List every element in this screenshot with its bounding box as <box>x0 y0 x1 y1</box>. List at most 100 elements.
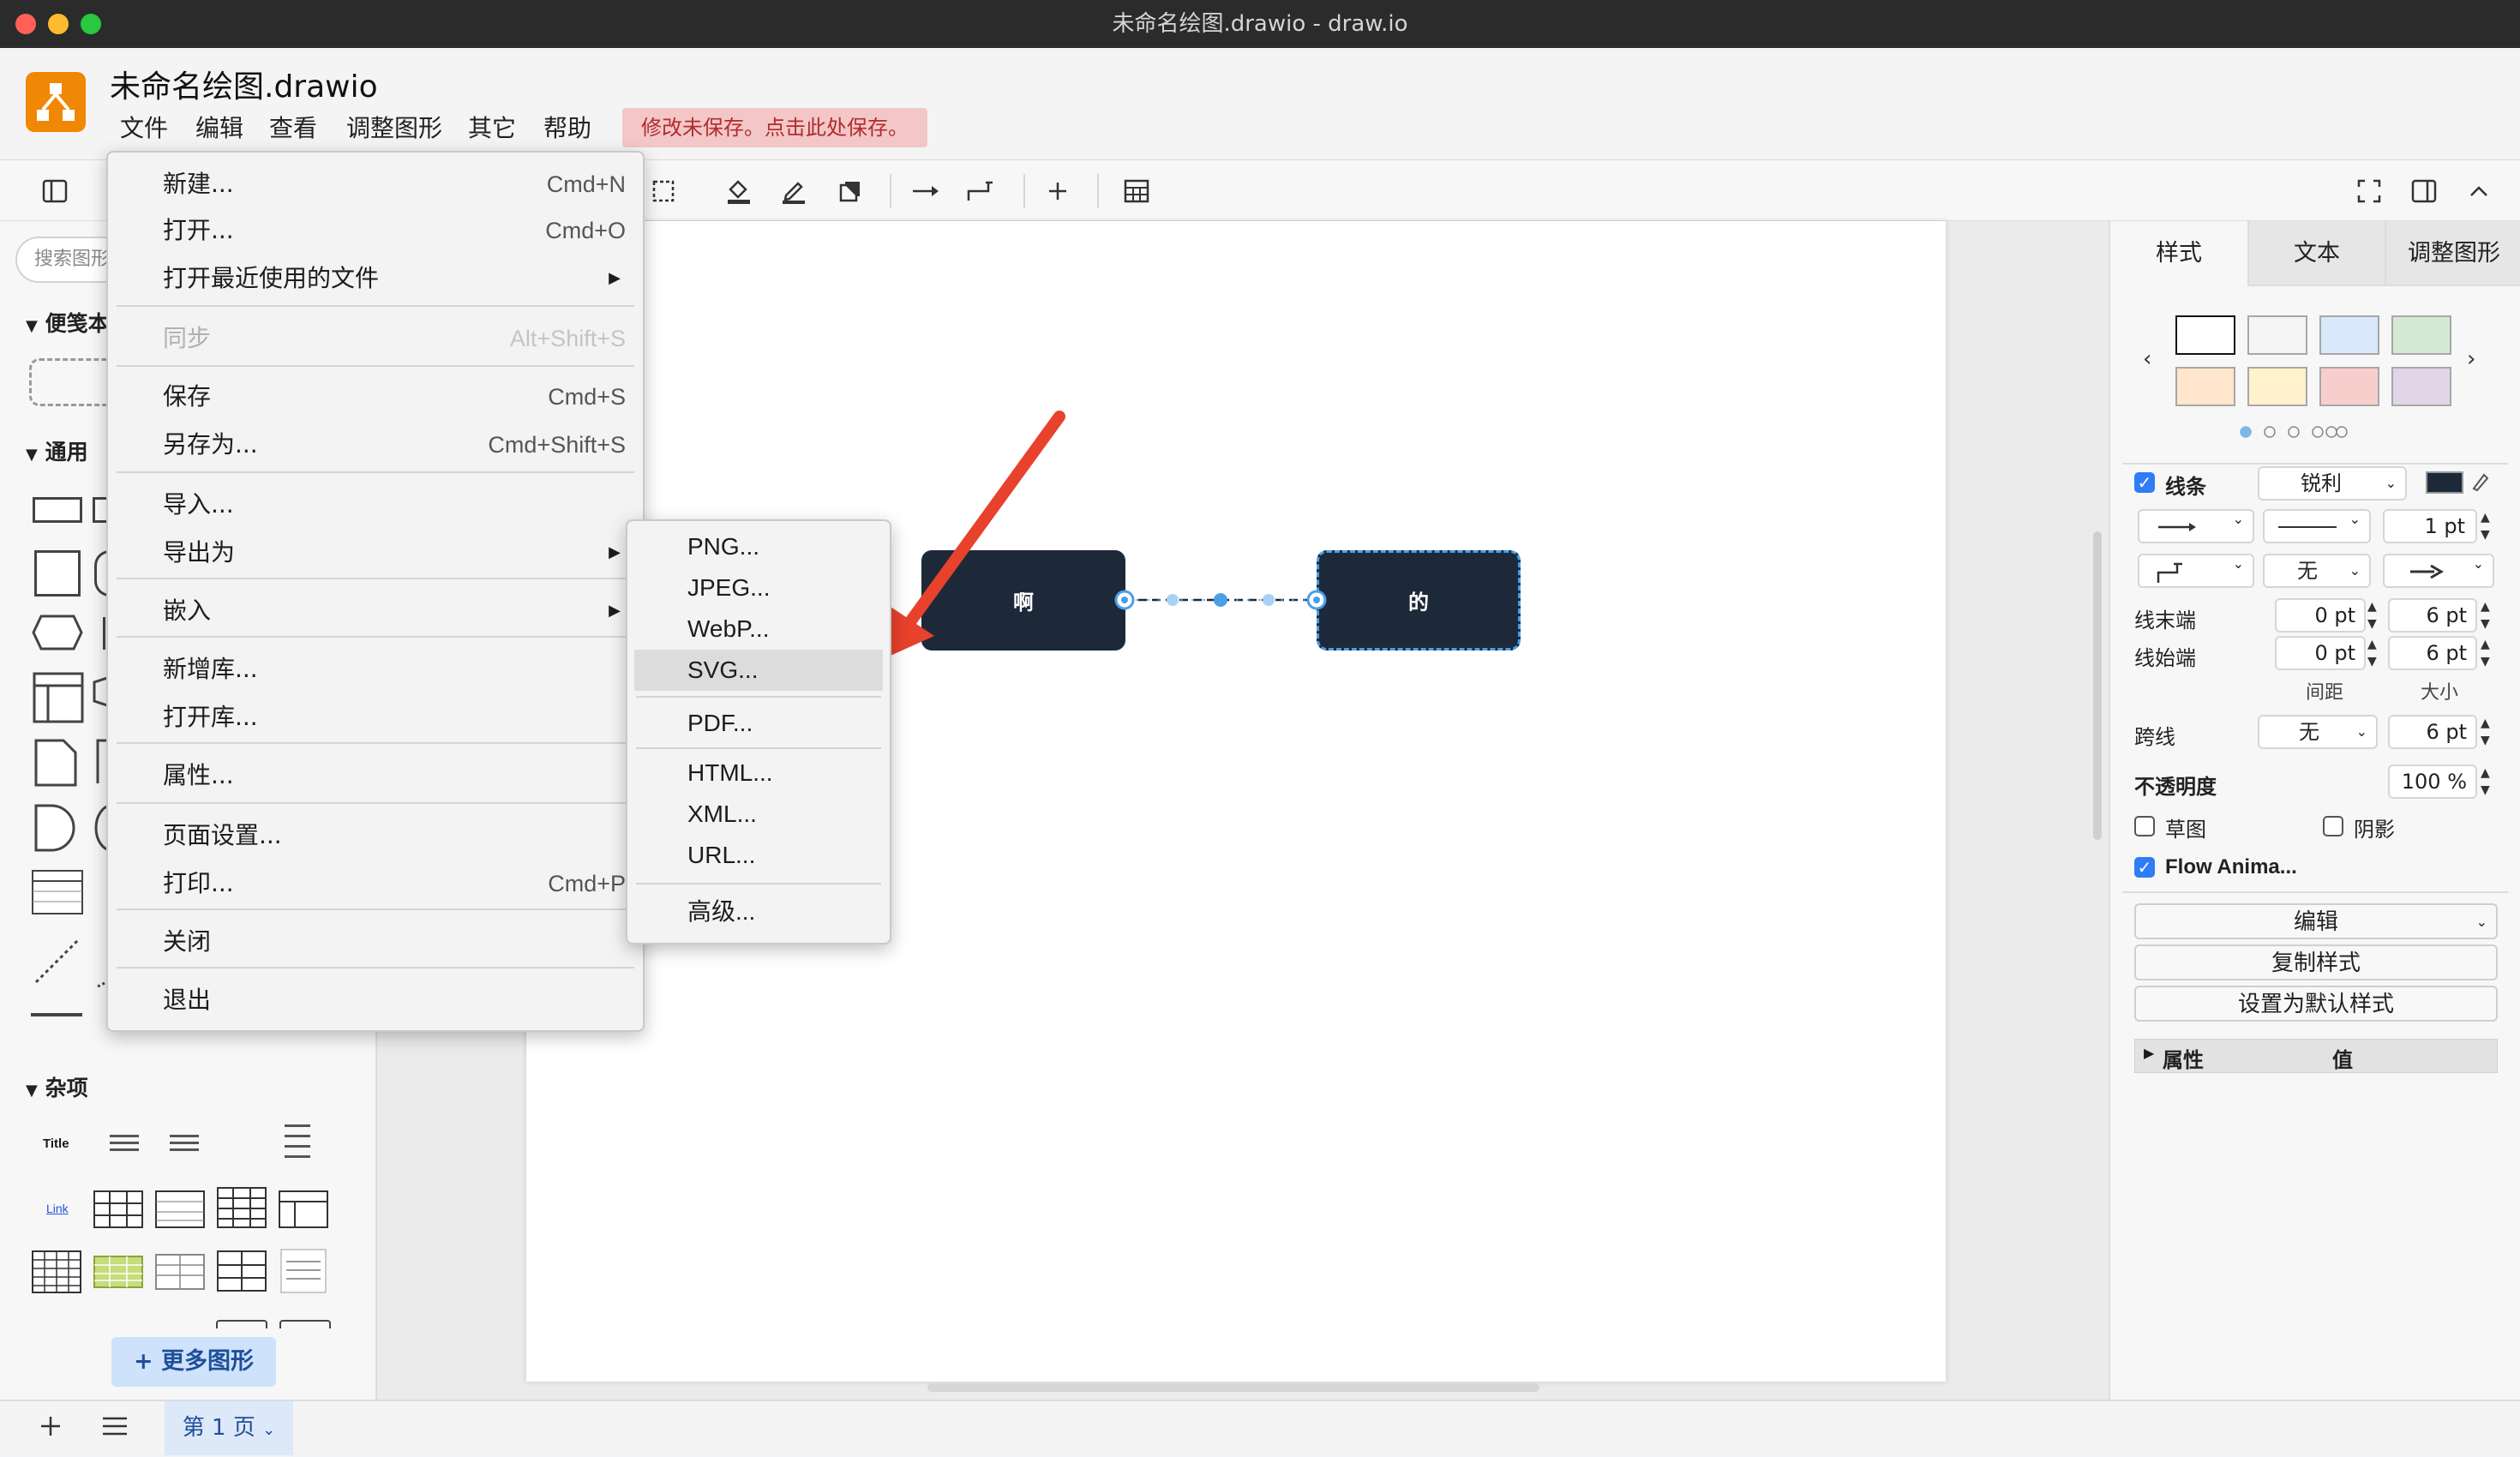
export-item-url[interactable]: URL... <box>634 835 883 876</box>
line-start-select[interactable]: 无 ⌄ <box>2263 554 2371 588</box>
eyedropper-icon[interactable] <box>2470 470 2489 495</box>
line-start-spacing-input[interactable]: 0 pt <box>2275 636 2366 670</box>
list-box-shape[interactable] <box>279 1248 327 1298</box>
stepper-icon[interactable]: ▲ ▼ <box>2481 715 2490 749</box>
square-shape[interactable] <box>34 550 81 597</box>
stepper-icon[interactable]: ▲ ▼ <box>2367 636 2377 670</box>
file-menu-item-page-setup[interactable]: 页面设置... <box>108 812 643 859</box>
shadow-icon[interactable] <box>831 172 869 210</box>
file-menu-item-import[interactable]: 导入... <box>108 482 643 528</box>
stepper-icon[interactable]: ▲ ▼ <box>2481 636 2490 670</box>
tab-arrange[interactable]: 调整图形 <box>2385 221 2520 286</box>
add-page-icon[interactable] <box>38 1413 63 1442</box>
line-jump-size-input[interactable]: 6 pt <box>2388 715 2477 749</box>
misc-section-header[interactable]: ▼ 杂项 <box>26 1071 88 1102</box>
item-list-shape[interactable] <box>283 1123 317 1171</box>
export-item-xml[interactable]: XML... <box>634 794 883 835</box>
stepper-icon[interactable]: ▲ ▼ <box>2481 598 2490 633</box>
line-pattern-select[interactable]: ⌄ <box>2263 509 2371 543</box>
container-shape[interactable] <box>33 672 84 727</box>
style-swatch[interactable] <box>2319 367 2379 406</box>
export-item-html[interactable]: HTML... <box>634 752 883 794</box>
line-jump-select[interactable]: 无 ⌄ <box>2258 715 2378 749</box>
swatch-next-icon[interactable]: › <box>2467 346 2475 372</box>
bold-grid-table-shape[interactable] <box>216 1250 267 1296</box>
file-menu-item-exit[interactable]: 退出 <box>108 977 643 1023</box>
more-shapes-button[interactable]: + 更多图形 <box>111 1337 276 1387</box>
export-item-pdf[interactable]: PDF... <box>634 703 883 744</box>
swatch-page-dots[interactable] <box>2239 425 2359 442</box>
file-menu-item-save[interactable]: 保存 Cmd+S <box>108 374 643 420</box>
scratchpad-section-header[interactable]: ▼ 便笺本 <box>26 307 110 338</box>
shadow-checkbox[interactable] <box>2323 816 2343 836</box>
menu-edit[interactable]: 编辑 <box>195 110 243 144</box>
file-menu-item-open-library[interactable]: 打开库... <box>108 694 643 740</box>
fullscreen-icon[interactable] <box>2350 172 2388 210</box>
set-default-style-button[interactable]: 设置为默认样式 <box>2134 986 2498 1022</box>
table-shape[interactable] <box>93 1190 144 1232</box>
file-menu-item-export-as[interactable]: 导出为 ▶ <box>108 530 643 576</box>
style-swatch[interactable] <box>2175 367 2235 406</box>
waypoints-icon[interactable] <box>645 172 682 210</box>
property-table-header[interactable]: ▶ 属性 值 <box>2134 1039 2498 1073</box>
export-item-png[interactable]: PNG... <box>634 526 883 567</box>
toggle-shapes-panel-icon[interactable] <box>36 172 74 210</box>
file-menu-item-new[interactable]: 新建... Cmd+N <box>108 161 643 207</box>
hexagon-shape[interactable] <box>31 614 84 655</box>
style-swatch[interactable] <box>2175 315 2235 355</box>
partial-shape[interactable] <box>279 1320 331 1328</box>
file-menu-item-print[interactable]: 打印... Cmd+P <box>108 860 643 907</box>
export-item-webp[interactable]: WebP... <box>634 609 883 650</box>
page-tab[interactable]: 第 1 页 ⌄ <box>165 1401 293 1455</box>
insert-table-icon[interactable] <box>1118 172 1155 210</box>
line-end-size-input[interactable]: 6 pt <box>2388 598 2477 633</box>
menu-help[interactable]: 帮助 <box>543 110 591 144</box>
rectangle-shape[interactable] <box>33 497 82 523</box>
tab-style[interactable]: 样式 <box>2110 221 2247 286</box>
general-section-header[interactable]: ▼ 通用 <box>26 435 88 466</box>
line-end-select[interactable]: ⌄ <box>2383 554 2494 588</box>
link-shape[interactable]: Link <box>46 1202 69 1215</box>
connection-arrow-icon[interactable] <box>907 172 945 210</box>
stepper-icon[interactable]: ▲ ▼ <box>2367 598 2377 633</box>
file-menu-item-open[interactable]: 打开... Cmd+O <box>108 207 643 254</box>
list-shape[interactable] <box>31 869 84 919</box>
swatch-prev-icon[interactable]: ‹ <box>2143 346 2151 372</box>
table-header-shape[interactable] <box>154 1190 206 1232</box>
delay-shape[interactable] <box>34 804 77 855</box>
file-menu-item-save-as[interactable]: 另存为... Cmd+Shift+S <box>108 422 643 468</box>
stepper-icon[interactable]: ▲ ▼ <box>2481 764 2490 799</box>
document-filename[interactable]: 未命名绘图.drawio <box>110 62 378 106</box>
menu-extras[interactable]: 其它 <box>468 110 516 144</box>
copy-style-button[interactable]: 复制样式 <box>2134 944 2498 980</box>
style-swatch[interactable] <box>2247 367 2307 406</box>
export-item-advanced[interactable]: 高级... <box>634 891 883 932</box>
line-shape[interactable] <box>31 1013 82 1016</box>
fill-color-icon[interactable] <box>720 172 758 210</box>
line-width-input[interactable]: 1 pt <box>2383 509 2477 543</box>
style-swatch[interactable] <box>2319 315 2379 355</box>
line-start-size-input[interactable]: 6 pt <box>2388 636 2477 670</box>
export-item-svg[interactable]: SVG... <box>634 650 883 691</box>
toggle-format-panel-icon[interactable] <box>2405 172 2443 210</box>
dashed-line-shape[interactable] <box>34 938 81 987</box>
file-menu-item-new-library[interactable]: 新增库... <box>108 646 643 693</box>
waypoint-select[interactable]: ⌄ <box>2138 554 2254 588</box>
close-window-button[interactable] <box>15 14 36 34</box>
numbered-list-shape[interactable] <box>165 1133 209 1159</box>
collapse-toolbar-icon[interactable] <box>2460 172 2498 210</box>
export-item-jpeg[interactable]: JPEG... <box>634 567 883 609</box>
line-style-select[interactable]: 锐利 ⌄ <box>2258 466 2407 501</box>
menu-view[interactable]: 查看 <box>269 110 317 144</box>
minimize-window-button[interactable] <box>48 14 69 34</box>
style-swatch[interactable] <box>2391 315 2451 355</box>
grid-table-shape[interactable] <box>216 1186 267 1232</box>
partial-shape[interactable] <box>216 1320 267 1328</box>
green-table-shape[interactable] <box>93 1255 144 1292</box>
pages-menu-icon[interactable] <box>101 1415 129 1441</box>
style-swatch[interactable] <box>2247 315 2307 355</box>
menu-arrange[interactable]: 调整图形 <box>346 110 442 144</box>
tab-text[interactable]: 文本 <box>2247 221 2385 286</box>
unsaved-changes-notice[interactable]: 修改未保存。点击此处保存。 <box>622 108 927 147</box>
connector-edge[interactable] <box>1106 579 1337 621</box>
